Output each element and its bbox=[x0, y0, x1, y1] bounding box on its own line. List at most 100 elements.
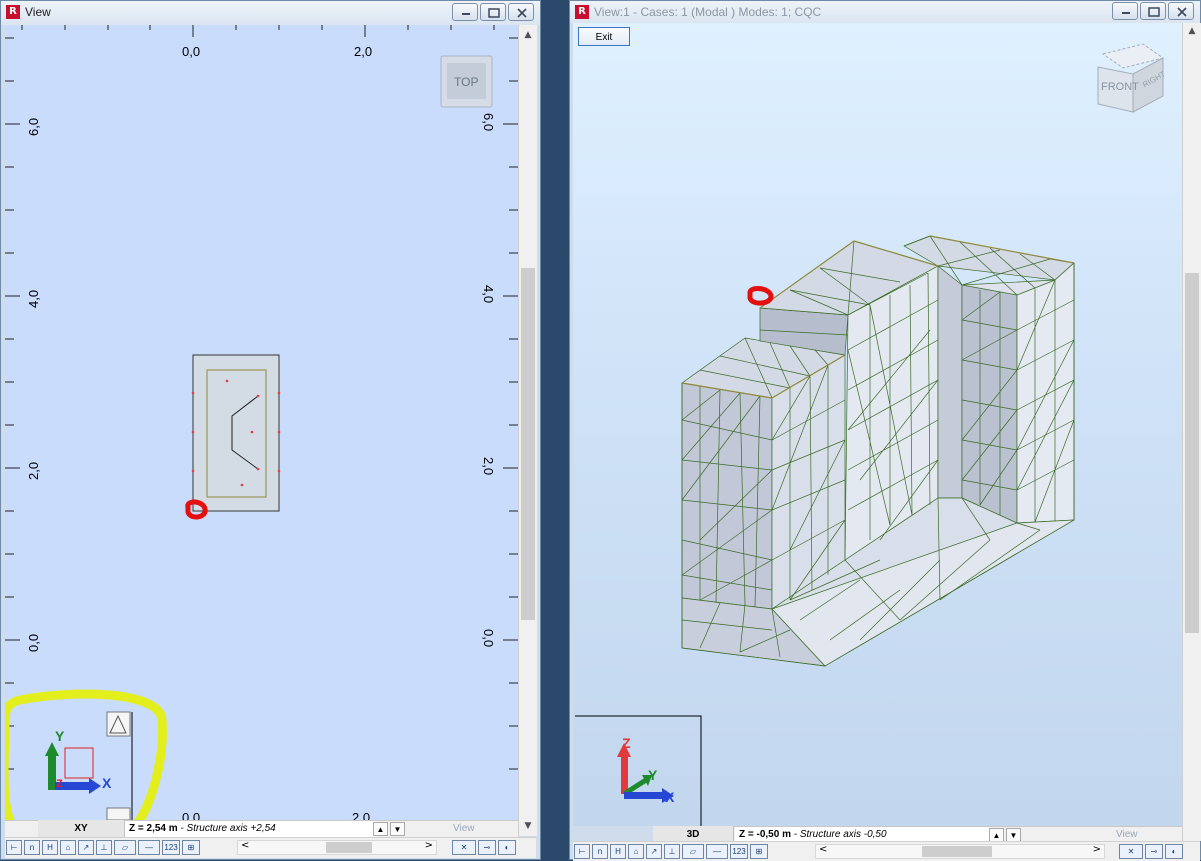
ruler-y-label-right: 4,0 bbox=[481, 285, 496, 303]
left-vertical-scrollbar[interactable]: ▲ ▼ bbox=[518, 25, 537, 836]
ruler-y-label: 0,0 bbox=[26, 634, 41, 652]
render-mode-icon[interactable]: ◐ bbox=[1165, 844, 1183, 859]
support-icon[interactable]: ⌂ bbox=[60, 840, 76, 855]
yellow-highlight-circle bbox=[5, 689, 167, 821]
level-value: Z = -0,50 m bbox=[739, 829, 791, 840]
right-toolbar: ⊢ n H ⌂ ↗ ⊥ ▱ — 123 ⊞ < > ✕ ⊸ ◐ bbox=[573, 841, 1200, 861]
line-icon[interactable]: — bbox=[706, 844, 728, 859]
scroll-left-arrow-icon[interactable]: < bbox=[241, 840, 249, 851]
axis-x-label: X bbox=[665, 789, 675, 805]
load-icon[interactable]: ⊥ bbox=[664, 844, 680, 859]
left-status-bar: XY Z = 2,54 m - Structure axis +2,54 ▲ ▼… bbox=[5, 820, 518, 838]
level-description: - Structure axis +2,54 bbox=[177, 823, 276, 834]
scroll-thumb[interactable] bbox=[521, 268, 535, 620]
plane-selector[interactable]: XY bbox=[38, 820, 125, 837]
right-vertical-scrollbar[interactable]: ▲ bbox=[1182, 23, 1201, 841]
left-horizontal-scrollbar[interactable]: < > bbox=[237, 840, 437, 855]
close-button[interactable] bbox=[508, 3, 534, 21]
right-horizontal-scrollbar[interactable]: < > bbox=[815, 844, 1105, 859]
right-window-title: View:1 - Cases: 1 (Modal ) Modes: 1; CQC bbox=[594, 5, 822, 19]
axis-y-label: Y bbox=[648, 767, 658, 783]
view-cube-3d[interactable]: FRONT RIGHT bbox=[1097, 43, 1167, 113]
zoom-up-arrow-icon[interactable] bbox=[106, 711, 131, 737]
axis-gizmo-3d: Z Y X bbox=[575, 715, 702, 826]
left-drawing-canvas[interactable]: 0,0 2,0 6,0 4,0 2,0 0,0 6,0 4,0 2,0 0,0 … bbox=[5, 25, 518, 821]
left-ruler bbox=[5, 37, 20, 770]
axis-gizmo-2d: Y X Z bbox=[45, 728, 112, 794]
view-cube-top[interactable]: TOP bbox=[440, 55, 493, 108]
display-icon[interactable]: ⊞ bbox=[750, 844, 768, 859]
scroll-left-arrow-icon[interactable]: < bbox=[819, 844, 827, 855]
right-window-controls bbox=[1112, 2, 1194, 20]
left-window-title: View bbox=[25, 5, 51, 19]
node-icon[interactable]: ⊢ bbox=[6, 840, 22, 855]
right-title-bar[interactable]: R View:1 - Cases: 1 (Modal ) Modes: 1; C… bbox=[570, 1, 1200, 23]
load-icon[interactable]: ⊥ bbox=[96, 840, 112, 855]
structure-plan[interactable] bbox=[191, 354, 281, 512]
ruler-y-label-right: 2,0 bbox=[481, 457, 496, 475]
scroll-up-arrow-icon[interactable]: ▲ bbox=[1183, 23, 1201, 39]
render-mode-icon[interactable]: ◐ bbox=[498, 840, 516, 855]
panel-icon[interactable]: ▱ bbox=[682, 844, 704, 859]
panel-icon[interactable]: ▱ bbox=[114, 840, 136, 855]
level-field[interactable]: Z = 2,54 m - Structure axis +2,54 bbox=[125, 821, 377, 837]
minimize-button[interactable] bbox=[1112, 2, 1138, 20]
view-cube-top-label: TOP bbox=[454, 75, 478, 89]
close-button[interactable] bbox=[1168, 2, 1194, 20]
ruler-x-label: 0,0 bbox=[182, 44, 200, 59]
level-up-icon[interactable]: ▲ bbox=[373, 822, 388, 836]
support-icon[interactable]: ⌂ bbox=[628, 844, 644, 859]
left-window-controls bbox=[452, 3, 534, 21]
scroll-up-arrow-icon[interactable]: ▲ bbox=[519, 27, 537, 43]
view-button[interactable]: View bbox=[453, 823, 475, 834]
bar-icon[interactable]: n bbox=[24, 840, 40, 855]
exit-button[interactable]: Exit bbox=[578, 27, 630, 46]
release-icon[interactable]: ↗ bbox=[646, 844, 662, 859]
ruler-y-label: 6,0 bbox=[26, 118, 41, 136]
zoom-down-arrow-icon[interactable] bbox=[106, 807, 131, 821]
numbering-icon[interactable]: 123 bbox=[162, 840, 180, 855]
h-scroll-thumb[interactable] bbox=[326, 842, 372, 853]
view-cube-front-label: FRONT bbox=[1101, 81, 1139, 93]
app-logo-icon: R bbox=[575, 5, 589, 19]
scroll-thumb[interactable] bbox=[1185, 273, 1199, 633]
ruler-y-label-right: 0,0 bbox=[481, 629, 496, 647]
left-toolbar: ⊢ n H ⌂ ↗ ⊥ ▱ — 123 ⊞ < > ✕ ⊸ ◐ bbox=[5, 837, 536, 858]
scroll-right-arrow-icon[interactable]: > bbox=[425, 840, 433, 851]
release-icon[interactable]: ↗ bbox=[78, 840, 94, 855]
level-down-icon[interactable]: ▼ bbox=[390, 822, 405, 836]
maximize-button[interactable] bbox=[480, 3, 506, 21]
scroll-right-arrow-icon[interactable]: > bbox=[1093, 844, 1101, 855]
axis-x-label: X bbox=[102, 775, 112, 791]
ruler-y-label-right: 6,0 bbox=[481, 113, 496, 131]
h-scroll-thumb[interactable] bbox=[922, 846, 992, 857]
minimize-button[interactable] bbox=[452, 3, 478, 21]
section-view-icon[interactable]: ⊸ bbox=[478, 840, 496, 855]
section-icon[interactable]: H bbox=[610, 844, 626, 859]
level-down-icon[interactable]: ▼ bbox=[1006, 828, 1021, 842]
ruler-x-label: 2,0 bbox=[354, 44, 372, 59]
cursor-mode-icon[interactable]: ✕ bbox=[452, 840, 476, 855]
meshed-structure-3d[interactable] bbox=[681, 235, 1075, 667]
section-icon[interactable]: H bbox=[42, 840, 58, 855]
level-description: - Structure axis -0,50 bbox=[790, 829, 887, 840]
right-3d-canvas[interactable]: FRONT RIGHT Z Y X bbox=[573, 23, 1182, 826]
ruler-y-label: 4,0 bbox=[26, 290, 41, 308]
node-icon[interactable]: ⊢ bbox=[574, 844, 590, 859]
cursor-mode-icon[interactable]: ✕ bbox=[1119, 844, 1143, 859]
ruler-y-label: 2,0 bbox=[26, 462, 41, 480]
axis-z-label: Z bbox=[56, 778, 63, 790]
numbering-icon[interactable]: 123 bbox=[730, 844, 748, 859]
scroll-down-arrow-icon[interactable]: ▼ bbox=[519, 818, 537, 834]
view-button[interactable]: View bbox=[1116, 829, 1138, 840]
section-view-icon[interactable]: ⊸ bbox=[1145, 844, 1163, 859]
top-ruler bbox=[21, 25, 495, 37]
level-up-icon[interactable]: ▲ bbox=[989, 828, 1004, 842]
bar-icon[interactable]: n bbox=[592, 844, 608, 859]
left-title-bar[interactable]: R View bbox=[1, 1, 540, 25]
right-ruler bbox=[503, 37, 518, 770]
maximize-button[interactable] bbox=[1140, 2, 1166, 20]
axis-z-label: Z bbox=[622, 735, 631, 751]
line-icon[interactable]: — bbox=[138, 840, 160, 855]
display-icon[interactable]: ⊞ bbox=[182, 840, 200, 855]
